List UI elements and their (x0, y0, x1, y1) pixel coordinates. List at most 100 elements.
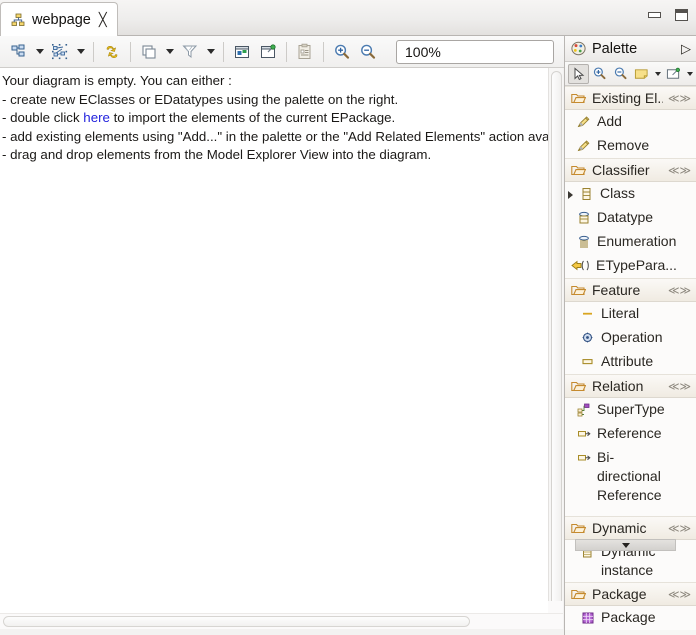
note-tool[interactable] (631, 64, 652, 84)
palette-item-datatype[interactable]: Datatype (565, 206, 696, 230)
marquee-zoom-out-tool[interactable] (610, 64, 631, 84)
layers-dropdown[interactable] (162, 39, 177, 65)
filters-button[interactable] (177, 39, 203, 65)
drawer-label: Existing El... (592, 90, 663, 106)
palette-item-reference[interactable]: Reference (565, 422, 696, 446)
palette-item-attribute[interactable]: Attribute (565, 350, 696, 374)
drawer-label: Package (592, 586, 647, 602)
palette-item-etypeparameter[interactable]: ETypePara... (565, 254, 696, 278)
toolbar-separator (130, 41, 131, 62)
refresh-button[interactable] (99, 39, 125, 65)
palette-item-class[interactable]: Class (565, 182, 696, 206)
layers-button[interactable] (136, 39, 162, 65)
etypeparameter-icon (571, 256, 591, 275)
palette-item-operation[interactable]: Operation (565, 326, 696, 350)
diagram-icon (9, 10, 26, 29)
paste-button[interactable] (292, 39, 318, 65)
folder-open-icon (570, 161, 587, 180)
drawer-pin-icon[interactable]: ≪≫ (668, 380, 691, 393)
drawer-dynamic[interactable]: Dynamic ≪≫ (565, 516, 696, 540)
message-line-3: - double click here to import the elemen… (2, 109, 548, 128)
zoom-out-button[interactable] (355, 39, 381, 65)
drawer-label: Feature (592, 282, 641, 298)
drawer-feature[interactable]: Feature ≪≫ (565, 278, 696, 302)
pin-elements-button[interactable] (255, 39, 281, 65)
palette-header: Palette ▷ (565, 36, 696, 62)
palette-item-label: Bi-directional Reference (597, 449, 662, 503)
palette-item-label: Reference (597, 425, 662, 441)
canvas-vertical-scrollbar[interactable] (548, 68, 563, 613)
scrollbar-corner (548, 601, 563, 613)
folder-open-icon (570, 281, 587, 300)
note-attachment-dropdown[interactable] (684, 64, 695, 84)
editor-tab-webpage[interactable]: webpage ╳ (0, 2, 118, 36)
palette-item-label: Remove (597, 137, 650, 153)
drawer-relation[interactable]: Relation ≪≫ (565, 374, 696, 398)
drawer-existing-elements[interactable]: Existing El... ≪≫ (565, 86, 696, 110)
show-hide-button[interactable] (229, 39, 255, 65)
palette-item-label: Operation (601, 329, 663, 345)
select-tool[interactable] (568, 63, 589, 84)
palette-item-label: SuperType (597, 401, 665, 417)
toolbar-separator (93, 41, 94, 62)
drawer-pin-icon[interactable]: ≪≫ (668, 522, 691, 535)
canvas-horizontal-scrollbar[interactable] (0, 613, 563, 629)
expand-triangle-icon[interactable] (568, 191, 573, 199)
arrange-all-dropdown[interactable] (32, 39, 47, 65)
palette-item-package[interactable]: Package (565, 606, 696, 630)
drawer-pin-icon[interactable]: ≪≫ (668, 588, 691, 601)
marquee-zoom-in-tool[interactable] (589, 64, 610, 84)
palette-item-label: Enumeration (597, 233, 677, 249)
drawer-pin-icon[interactable]: ≪≫ (668, 92, 691, 105)
palette-item-add[interactable]: Add (565, 110, 696, 134)
palette-item-label: Class (600, 185, 636, 201)
vertical-scroll-thumb[interactable] (551, 71, 562, 609)
add-pencil-icon (575, 112, 592, 131)
drawer-package[interactable]: Package ≪≫ (565, 582, 696, 606)
class-icon (578, 184, 595, 203)
palette-item-literal[interactable]: Literal (565, 302, 696, 326)
arrange-all-button[interactable] (6, 39, 32, 65)
drawer-pin-icon[interactable]: ≪≫ (668, 164, 691, 177)
palette-toolbar (565, 62, 696, 86)
drawer-pin-icon[interactable]: ≪≫ (668, 284, 691, 297)
note-tool-dropdown[interactable] (652, 64, 663, 84)
drawer-body-classifier: Class Datatype Enumeration ETypePara... (565, 182, 696, 278)
drawer-classifier[interactable]: Classifier ≪≫ (565, 158, 696, 182)
operation-icon (579, 328, 596, 347)
toolbar-separator (323, 41, 324, 62)
palette-item-enumeration[interactable]: Enumeration (565, 230, 696, 254)
palette-title: Palette (592, 40, 638, 57)
palette-item-supertype[interactable]: SuperType (565, 398, 696, 422)
enumeration-icon (575, 232, 592, 251)
note-attachment-tool[interactable] (663, 64, 684, 84)
zoom-in-button[interactable] (329, 39, 355, 65)
maximize-icon[interactable] (675, 9, 688, 21)
palette-item-bidirectional-reference[interactable]: Bi-directional Reference (565, 446, 696, 507)
toolbar-separator (286, 41, 287, 62)
palette-collapse-icon[interactable]: ▷ (681, 41, 691, 57)
message-line-4: - add existing elements using "Add..." i… (2, 128, 548, 144)
minimize-icon[interactable] (648, 12, 661, 18)
drawer-body-relation: SuperType Reference Bi-directional Refer… (565, 398, 696, 516)
import-epackage-link[interactable]: here (83, 110, 110, 125)
folder-open-icon (570, 585, 587, 604)
close-icon[interactable]: ╳ (99, 13, 107, 26)
palette-item-label: Literal (601, 305, 640, 321)
horizontal-scroll-thumb[interactable] (3, 616, 470, 627)
folder-open-icon (570, 519, 587, 538)
editor-tab-strip: webpage ╳ (0, 0, 696, 36)
palette-item-remove[interactable]: Remove (565, 134, 696, 158)
palette-scroll-down-indicator[interactable] (575, 539, 676, 551)
message-line-3-suffix: to import the elements of the current EP… (109, 110, 396, 126)
select-related-dropdown[interactable] (73, 39, 88, 65)
zoom-level-combo[interactable]: 100% (396, 40, 554, 64)
attribute-icon (579, 352, 596, 371)
toolbar-separator (223, 41, 224, 62)
empty-diagram-message: Your diagram is empty. You can either : … (0, 68, 548, 165)
filters-dropdown[interactable] (203, 39, 218, 65)
select-related-button[interactable] (47, 39, 73, 65)
diagram-canvas[interactable]: Your diagram is empty. You can either : … (0, 68, 548, 613)
supertype-icon (575, 400, 592, 419)
drawer-body-existing-elements: Add Remove (565, 110, 696, 158)
